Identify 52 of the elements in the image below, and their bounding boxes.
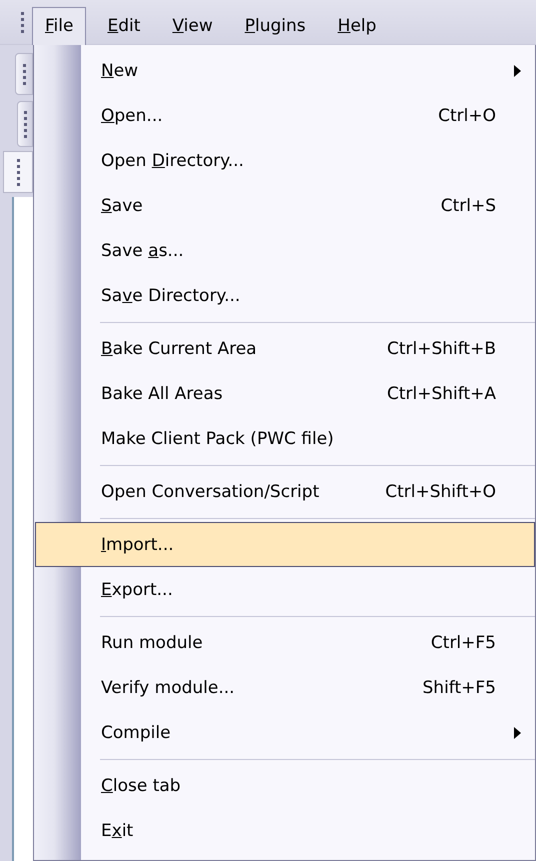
menu-item[interactable]: Open Conversation/Script Ctrl+Shift+O [35, 469, 535, 514]
menu-item-label: Open Conversation/Script [101, 482, 320, 502]
menu-item[interactable]: Run module Ctrl+F5 [35, 620, 535, 665]
shortcut-label: Ctrl+Shift+O [385, 482, 496, 502]
menu-item[interactable]: Save as... [35, 228, 535, 273]
menu-item-label: New [101, 60, 138, 80]
menu-item[interactable]: Verify module... Shift+F5 [35, 665, 535, 710]
toolbar-tab[interactable] [15, 53, 33, 95]
menu-item-label: Verify module... [101, 678, 235, 698]
grip-handle-icon[interactable] [21, 11, 25, 33]
menu-item[interactable]: Save Ctrl+S [35, 183, 535, 228]
toolbar-tab[interactable] [17, 101, 33, 147]
menu-item[interactable]: Open Directory... [35, 138, 535, 183]
menu-item[interactable]: Bake All Areas Ctrl+Shift+A [35, 371, 535, 416]
menu-item-label: Run module [101, 632, 203, 652]
shortcut-label: Shift+F5 [422, 678, 496, 698]
menu-item[interactable]: Close tab [35, 763, 535, 808]
menu-item-label: Make Client Pack (PWC file) [101, 428, 334, 448]
menu-item[interactable]: Compile [35, 710, 535, 755]
menu-item[interactable]: Open... Ctrl+O [35, 93, 535, 138]
menu-item[interactable]: New [35, 48, 535, 93]
menu-bar-item[interactable]: Plugins [232, 6, 319, 44]
menu-item-label: Exit [101, 820, 134, 840]
menu-bar-item[interactable]: Edit [94, 6, 154, 44]
shortcut-label: Ctrl+F5 [430, 632, 496, 652]
menu-bar-item[interactable]: View [159, 6, 226, 44]
shortcut-label: Ctrl+S [440, 196, 496, 216]
menu-item-label: Open Directory... [101, 150, 244, 170]
menu-item-label: Close tab [101, 776, 181, 796]
shortcut-label: Ctrl+O [438, 106, 496, 126]
menu-bar-item[interactable]: Help [324, 6, 390, 44]
menu-item[interactable]: Make Client Pack (PWC file) [35, 416, 535, 461]
menu-item-label: Open... [101, 106, 163, 126]
menu-item-label: Save [101, 196, 143, 216]
menu-item-label: Export... [101, 580, 173, 600]
menu-item-label: Import... [101, 534, 174, 554]
menu-item-label: Save Directory... [101, 286, 240, 306]
shortcut-label: Ctrl+Shift+A [386, 384, 496, 404]
shortcut-label: Ctrl+Shift+B [386, 338, 496, 358]
menu-bar-item[interactable]: File [32, 6, 86, 44]
menu-item-label: Bake All Areas [101, 384, 223, 404]
menu-item[interactable]: Export... [35, 567, 535, 612]
menu-item[interactable]: Bake Current Area Ctrl+Shift+B [35, 326, 535, 371]
grip-dots-icon [24, 110, 26, 138]
menu-item[interactable]: Exit [35, 808, 535, 853]
grip-dots-icon [16, 158, 20, 186]
menu-item[interactable]: Save Directory... [35, 273, 535, 318]
menu-item[interactable]: Import... [35, 522, 535, 567]
menu-item-label: Save as... [101, 240, 184, 260]
menu-item-label: Compile [101, 722, 171, 742]
menu-item-label: Bake Current Area [101, 338, 257, 358]
grip-dots-icon [22, 63, 26, 85]
